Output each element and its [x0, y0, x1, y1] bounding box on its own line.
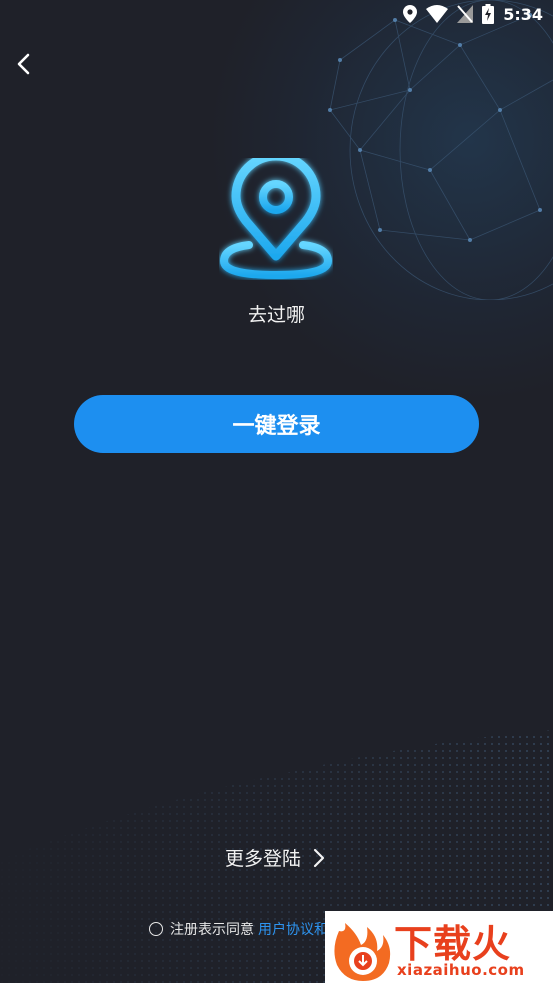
watermark-url: xiazaihuo.com — [397, 961, 525, 979]
flame-logo-icon — [334, 923, 391, 981]
agreement-text: 注册表示同意 — [170, 922, 254, 938]
globe-network-decoration — [328, 0, 553, 300]
map-pin-icon — [219, 158, 333, 280]
status-time: 5:34 — [503, 4, 543, 24]
location-icon — [403, 5, 418, 23]
watermark-badge: 下载火 xiazaihuo.com — [325, 911, 553, 983]
battery-charging-icon — [482, 4, 495, 24]
app-name: 去过哪 — [247, 304, 305, 326]
chevron-right-icon — [313, 848, 325, 867]
watermark-text: 下载火 — [394, 922, 512, 966]
user-agreement-link[interactable]: 用户协议 — [258, 919, 314, 939]
more-login-label: 更多登陆 — [225, 848, 302, 870]
status-bar: 5:34 — [0, 0, 553, 30]
one-click-login-button[interactable]: 一键登录 — [74, 395, 479, 453]
back-button[interactable] — [12, 50, 38, 78]
wifi-icon — [426, 5, 449, 23]
chevron-left-icon — [17, 53, 30, 75]
agreement-row: 注册表示同意 用户协议 和 — [149, 919, 328, 939]
more-login-link[interactable]: 更多登陆 — [225, 844, 325, 871]
agreement-radio[interactable] — [149, 922, 163, 936]
no-signal-icon — [457, 5, 474, 23]
login-screen: 5:34 去过哪 一键登录 更多登陆 注册表示同意 用户协议 和 下载火 xia… — [0, 0, 553, 983]
